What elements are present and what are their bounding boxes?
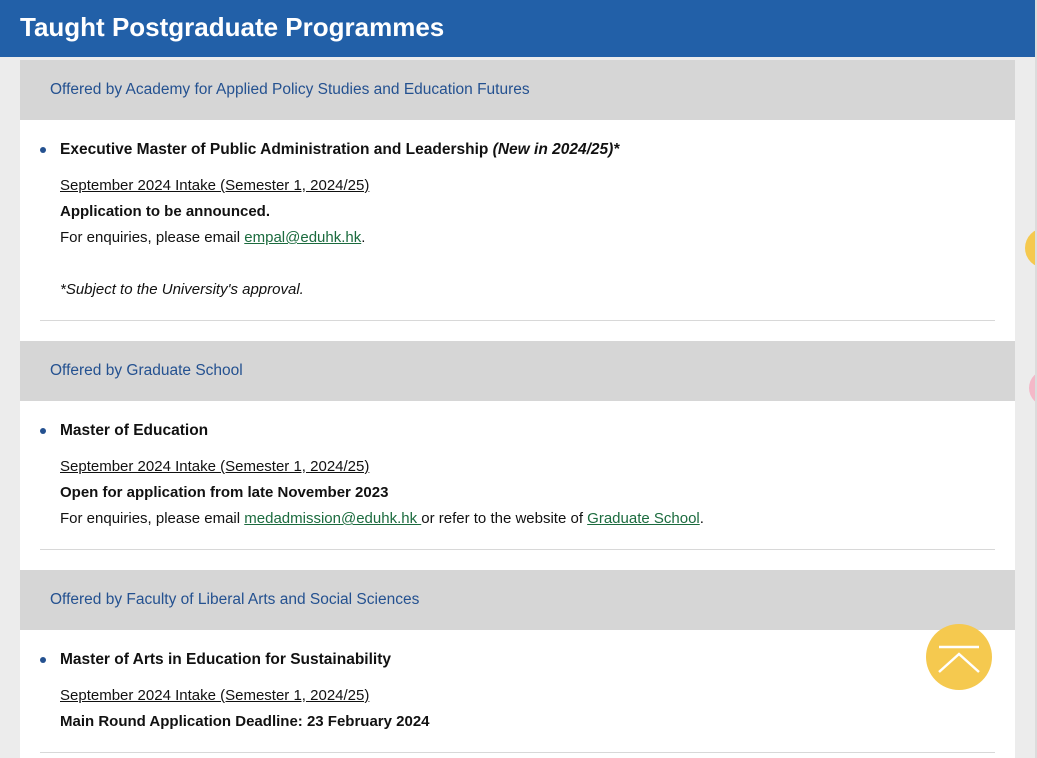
- programme-list: Offered by Academy for Applied Policy St…: [20, 60, 1015, 758]
- intake-label: September 2024 Intake (Semester 1, 2024/…: [60, 458, 370, 475]
- programme-title: Master of Arts in Education for Sustaina…: [60, 651, 391, 668]
- application-status: Application to be announced.: [60, 203, 270, 220]
- bullet-icon: [40, 657, 46, 663]
- section-body-academy: Executive Master of Public Administratio…: [20, 120, 1015, 321]
- application-status: Main Round Application Deadline: 23 Febr…: [60, 713, 430, 730]
- programme-title: Executive Master of Public Administratio…: [60, 141, 620, 158]
- page-title: Taught Postgraduate Programmes: [0, 0, 1035, 57]
- email-link[interactable]: empal@eduhk.hk: [244, 229, 361, 246]
- section-header-academy: Offered by Academy for Applied Policy St…: [20, 60, 1015, 120]
- enquiry-text: For enquiries, please email medadmission…: [60, 510, 704, 527]
- programme-tag: (New in 2024/25)*: [492, 141, 620, 158]
- enquiry-text: For enquiries, please email empal@eduhk.…: [60, 229, 366, 246]
- programme-title: Master of Education: [60, 422, 209, 439]
- list-item: Master of Arts in Education for Sustaina…: [40, 650, 995, 753]
- chevron-up-icon: [938, 645, 980, 673]
- section-body-graduate-school: Master of Education September 2024 Intak…: [20, 401, 1015, 550]
- intake-label: September 2024 Intake (Semester 1, 2024/…: [60, 177, 370, 194]
- email-link[interactable]: medadmission@eduhk.hk: [244, 510, 421, 527]
- bullet-icon: [40, 147, 46, 153]
- bullet-icon: [40, 428, 46, 434]
- back-to-top-button[interactable]: [926, 624, 992, 690]
- graduate-school-link[interactable]: Graduate School: [587, 510, 700, 527]
- section-body-liberal-arts: Master of Arts in Education for Sustaina…: [20, 630, 1015, 753]
- list-item: Master of Education September 2024 Intak…: [40, 421, 995, 550]
- section-header-graduate-school: Offered by Graduate School: [20, 341, 1015, 401]
- approval-note: *Subject to the University's approval.: [60, 281, 304, 298]
- application-status: Open for application from late November …: [60, 484, 389, 501]
- intake-label: September 2024 Intake (Semester 1, 2024/…: [60, 687, 370, 704]
- list-item: Executive Master of Public Administratio…: [40, 140, 995, 321]
- section-header-liberal-arts: Offered by Faculty of Liberal Arts and S…: [20, 570, 1015, 630]
